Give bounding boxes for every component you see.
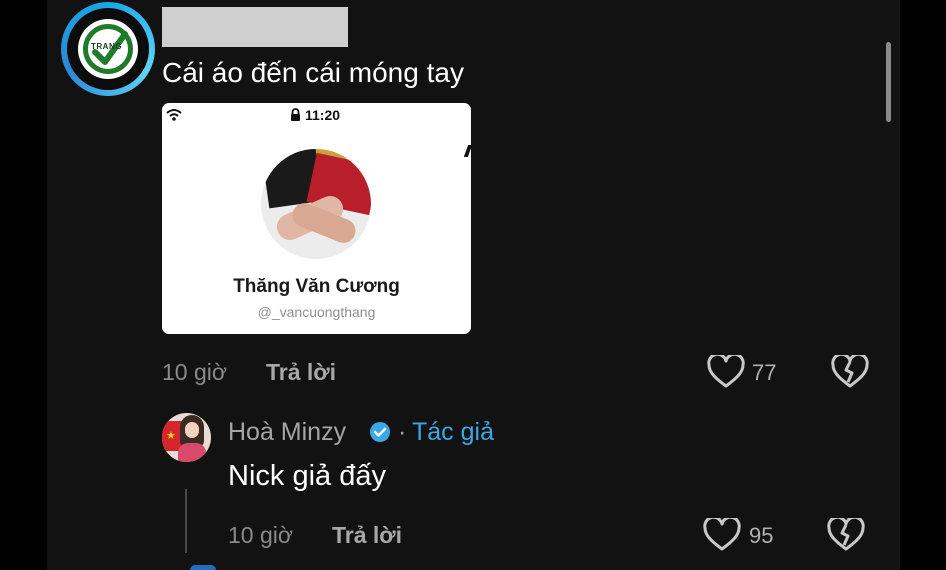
commenter-avatar[interactable]: TRANG xyxy=(61,2,155,96)
reply-text: Nick giả đấy xyxy=(228,460,386,492)
reply-time: 10 giờ xyxy=(228,522,293,548)
like-count: 77 xyxy=(752,360,777,385)
reply-button[interactable]: Trả lời xyxy=(266,359,336,386)
cut-off-glyph xyxy=(463,145,471,157)
profile-handle: @_vancuongthang xyxy=(257,304,376,320)
profile-name: Thăng Văn Cương xyxy=(233,276,400,297)
comment-time: 10 giờ xyxy=(162,359,227,385)
thread-line xyxy=(185,489,187,553)
heart-icon[interactable] xyxy=(707,355,745,389)
separator-dot: · xyxy=(398,418,407,446)
heart-icon[interactable] xyxy=(703,518,741,552)
author-tag: Tác giả xyxy=(412,418,494,446)
attached-screenshot[interactable]: 11:20 Thăng Văn Cương @_vancuongthang xyxy=(162,103,471,334)
avatar-brand-text: TRANG xyxy=(91,42,122,51)
dislike-broken-heart-icon[interactable] xyxy=(831,355,869,389)
next-avatar-peek xyxy=(190,565,216,570)
dislike-broken-heart-icon[interactable] xyxy=(827,518,865,552)
verified-badge-icon xyxy=(370,422,390,442)
status-time: 11:20 xyxy=(305,107,341,123)
author-avatar[interactable]: ★ xyxy=(162,413,211,462)
like-count: 95 xyxy=(749,523,774,548)
author-name[interactable]: Hoà Minzy xyxy=(228,418,346,447)
reply-button[interactable]: Trả lời xyxy=(332,522,402,549)
redacted-username xyxy=(162,7,348,47)
profile-picture xyxy=(261,149,371,259)
comment-text: Cái áo đến cái móng tay xyxy=(162,57,464,88)
lock-icon xyxy=(291,108,300,121)
wifi-icon xyxy=(166,109,182,121)
scrollbar[interactable] xyxy=(886,42,891,122)
